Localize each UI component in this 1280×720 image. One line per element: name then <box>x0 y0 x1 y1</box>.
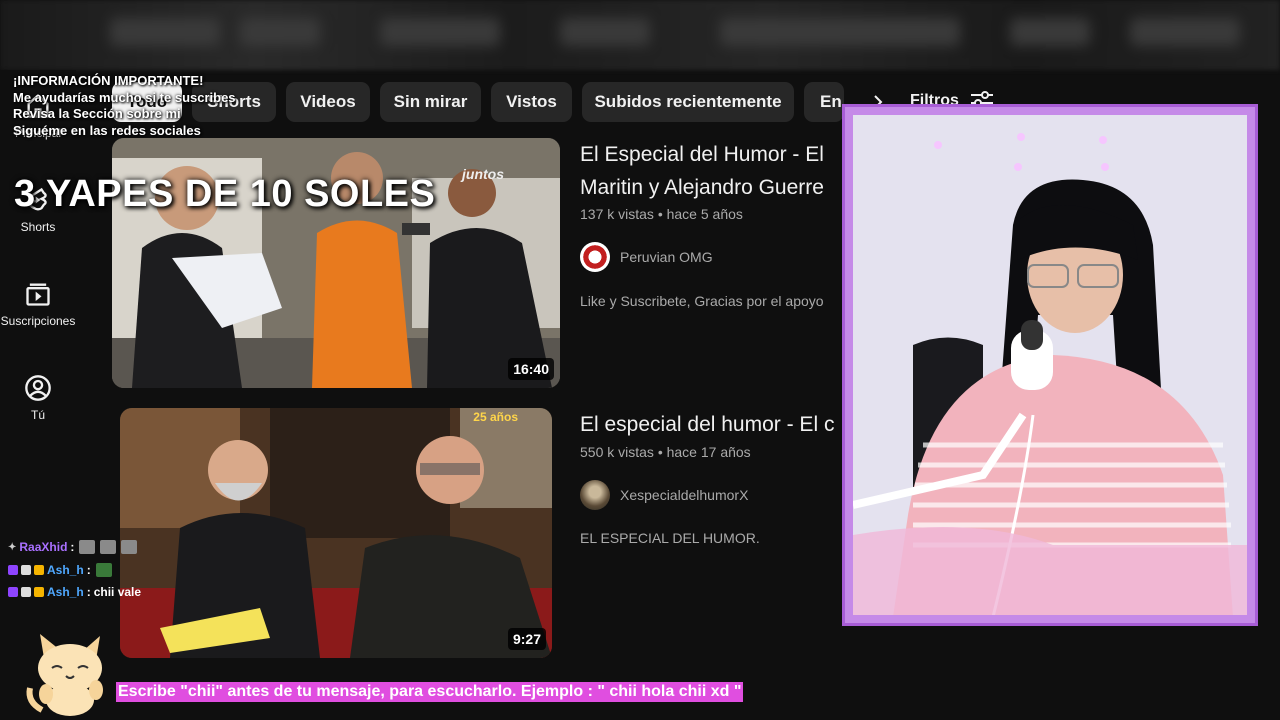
video-meta: 550 k vistas • hace 17 años <box>580 444 751 460</box>
badge-icon <box>21 564 31 575</box>
emote-icon <box>79 540 96 555</box>
chat-text: chii vale <box>93 585 142 600</box>
sidebar-item-label: Tú <box>30 408 45 422</box>
thumbnail-logo: juntos <box>462 166 504 182</box>
chat-instruction-banner: Escribe "chii" antes de tu mensaje, para… <box>116 682 744 702</box>
info-line: Me ayudarías mucho si te suscribes <box>13 89 236 105</box>
blurred-header <box>0 0 1280 70</box>
emote-icon <box>121 540 138 555</box>
channel-avatar <box>580 242 610 272</box>
webcam-feed <box>853 115 1247 615</box>
stream-chat: ✦ RaaXhid : Ash_h : Ash_h : chii vale <box>8 536 141 604</box>
donation-goal-text: 3 YAPES DE 10 SOLES <box>14 173 436 215</box>
chat-separator: : <box>70 540 75 555</box>
stream-info-overlay: ¡INFORMACIÓN IMPORTANTE! Me ayudarías mu… <box>13 73 236 139</box>
badge-icon <box>21 587 31 598</box>
video-title-line: El Especial del Humor - El <box>580 143 824 166</box>
sidebar-item-tu[interactable]: Tú <box>0 374 76 422</box>
chat-separator: : <box>86 562 91 577</box>
sidebar-item-label: Shorts <box>20 220 56 234</box>
video-title-line: Maritin y Alejandro Guerre <box>580 176 824 199</box>
chat-username: Ash_h <box>47 562 84 577</box>
channel-avatar <box>580 480 610 510</box>
badge-icon <box>8 564 18 575</box>
channel-link[interactable]: Peruvian OMG <box>580 242 713 272</box>
chat-separator: : <box>86 585 91 600</box>
chat-username: RaaXhid <box>19 540 68 555</box>
emote-icon <box>95 562 112 577</box>
info-line: Revisa la Sección sobre mi <box>13 106 181 121</box>
sidebar-item-label: Suscripciones <box>0 314 76 328</box>
user-icon <box>25 375 51 401</box>
sidebar-item-suscripciones[interactable]: Suscripciones <box>0 280 76 328</box>
video-thumbnail[interactable]: 25 años 9:27 <box>120 408 552 658</box>
chat-message: Ash_h : chii vale <box>8 581 141 604</box>
video-duration: 9:27 <box>507 628 546 650</box>
chip-videos[interactable]: Videos <box>286 82 370 122</box>
chip-en[interactable]: En <box>804 82 844 122</box>
info-line: ¡INFORMACIÓN IMPORTANTE! <box>13 73 204 88</box>
video-title[interactable]: El especial del humor - El c <box>580 408 838 441</box>
crown-icon <box>34 564 44 575</box>
thumbnail-scene <box>120 408 552 658</box>
chip-subidos-recientemente[interactable]: Subidos recientemente <box>582 82 794 122</box>
webcam-scene <box>853 115 1247 615</box>
sidebar: Principal Shorts Suscripciones Tú <box>0 70 76 720</box>
chat-message: ✦ RaaXhid : <box>8 536 141 559</box>
cat-mascot-icon <box>26 634 103 716</box>
webcam-frame <box>842 104 1258 626</box>
chat-message: Ash_h : <box>8 559 141 582</box>
chip-sin-mirar[interactable]: Sin mirar <box>380 82 481 122</box>
channel-link[interactable]: XespecialdelhumorX <box>580 480 748 510</box>
thumbnail-logo: 25 años <box>473 410 518 424</box>
info-line: Siguéme en las redes sociales <box>13 122 201 138</box>
badge-icon: ✦ <box>8 541 17 553</box>
badge-icon <box>8 587 18 598</box>
emote-icon <box>100 540 117 555</box>
video-meta: 137 k vistas • hace 5 años <box>580 206 743 222</box>
chip-vistos[interactable]: Vistos <box>491 82 572 122</box>
video-title[interactable]: El Especial del Humor - El Maritin y Ale… <box>580 138 838 204</box>
video-description: EL ESPECIAL DEL HUMOR. <box>580 530 760 546</box>
video-duration: 16:40 <box>508 358 554 380</box>
video-title-line: El especial del humor - El c <box>580 413 835 436</box>
subscriptions-icon <box>26 283 50 306</box>
chat-username: Ash_h <box>47 585 84 600</box>
video-description: Like y Suscribete, Gracias por el apoyo <box>580 293 824 309</box>
crown-icon <box>34 587 44 598</box>
channel-name: XespecialdelhumorX <box>620 487 749 503</box>
channel-name: Peruvian OMG <box>620 249 713 265</box>
